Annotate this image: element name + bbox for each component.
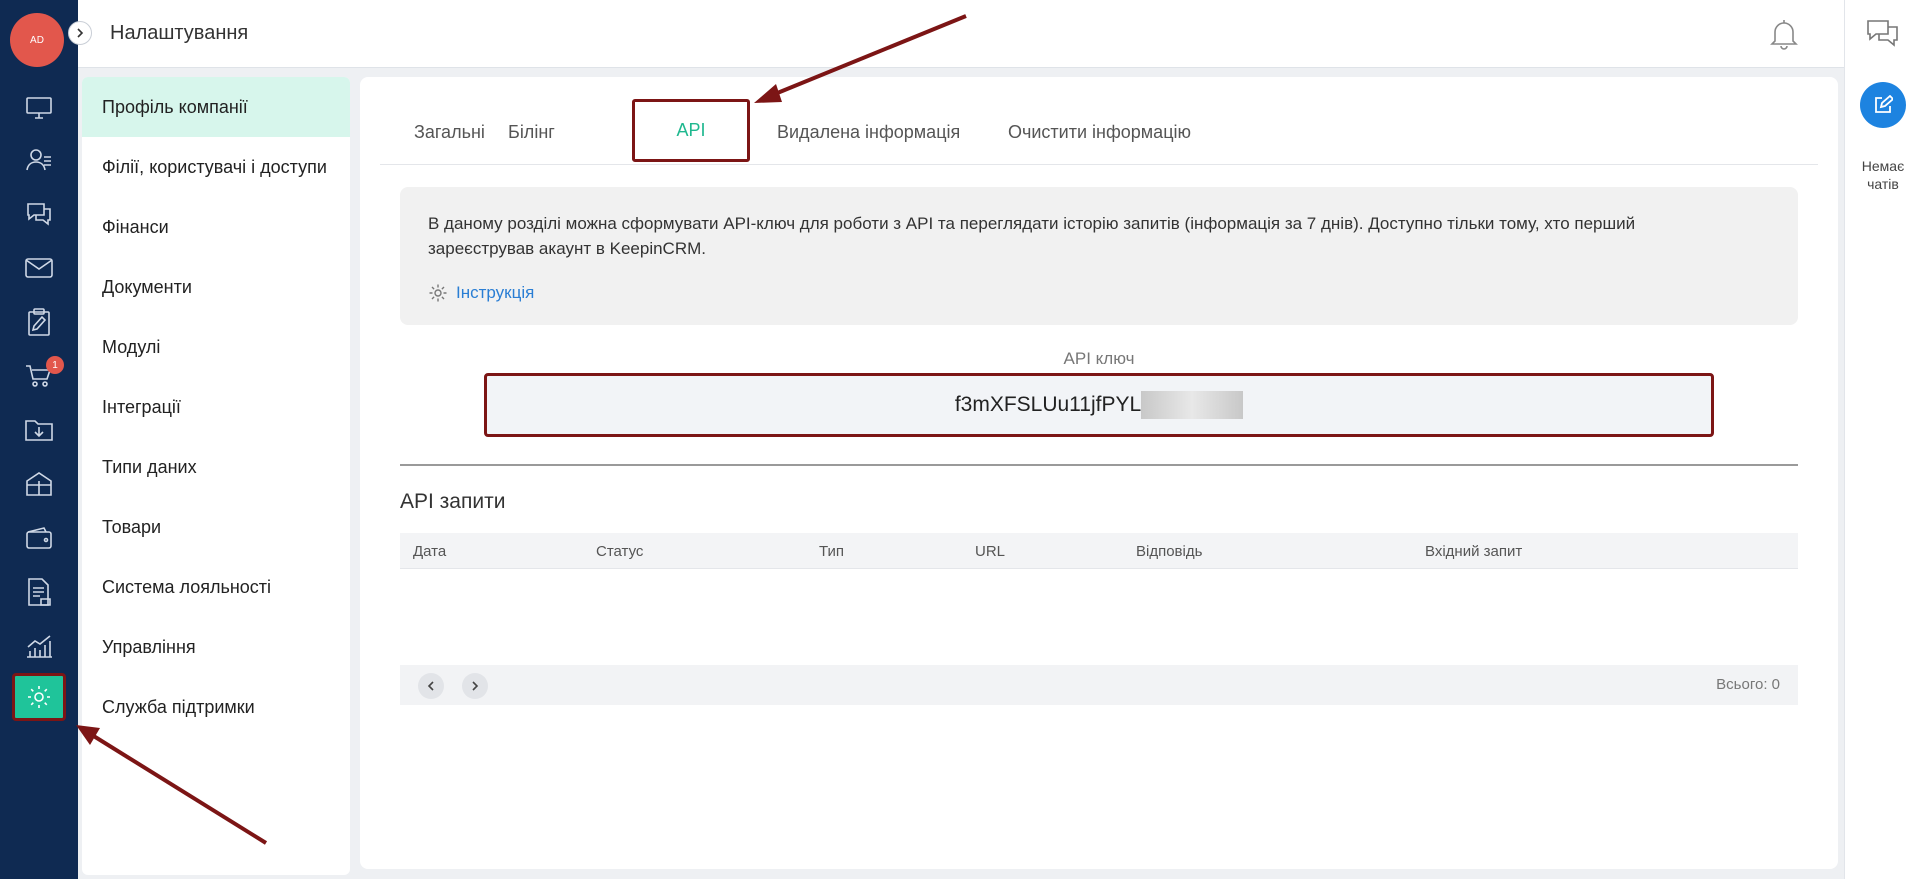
column-incoming-request[interactable]: Вхідний запит (1425, 543, 1522, 560)
tab-bar: Загальні Білінг API Видалена інформація … (380, 99, 1818, 165)
analytics-icon[interactable] (12, 622, 66, 670)
clients-icon[interactable] (12, 136, 66, 184)
info-box: В даному розділі можна сформувати API-кл… (400, 187, 1798, 325)
column-status[interactable]: Статус (596, 543, 643, 560)
cart-badge: 1 (46, 356, 64, 374)
section-divider (400, 464, 1798, 466)
menu-item-support[interactable]: Служба підтримки (82, 677, 350, 737)
no-chats-text: Немає чатів (1861, 158, 1905, 192)
chevron-right-icon (77, 28, 84, 38)
tab-api[interactable]: API (632, 99, 750, 162)
menu-item-finance[interactable]: Фінанси (82, 197, 350, 257)
chat-icon[interactable] (12, 190, 66, 238)
bell-icon[interactable] (1770, 18, 1798, 55)
tab-general[interactable]: Загальні (414, 99, 485, 165)
user-avatar[interactable]: AD (10, 13, 64, 67)
chat-sidebar: Немає чатів (1844, 0, 1920, 879)
menu-item-branches-users[interactable]: Філії, користувачі і доступи (82, 137, 350, 197)
info-text: В даному розділі можна сформувати API-кл… (428, 214, 1636, 258)
chevron-right-icon (472, 681, 479, 691)
main-panel: Загальні Білінг API Видалена інформація … (360, 77, 1838, 869)
pagination-bar: Всього: 0 (400, 665, 1798, 705)
requests-table-header: Дата Статус Тип URL Відповідь Вхідний за… (400, 533, 1798, 569)
menu-item-modules[interactable]: Модулі (82, 317, 350, 377)
menu-item-management[interactable]: Управління (82, 617, 350, 677)
mail-icon[interactable] (12, 244, 66, 292)
api-key-mask (1141, 391, 1244, 419)
api-key-label: API ключ (1063, 349, 1135, 368)
documents-icon[interactable] (12, 568, 66, 616)
page-title: Налаштування (110, 22, 249, 44)
column-type[interactable]: Тип (819, 543, 844, 560)
expand-rail-button[interactable] (68, 21, 92, 45)
next-page-button[interactable] (462, 673, 488, 699)
new-chat-button[interactable] (1860, 82, 1906, 128)
api-requests-title: API запити (400, 490, 506, 513)
left-nav-rail: AD 1 (0, 0, 78, 879)
menu-item-integrations[interactable]: Інтеграції (82, 377, 350, 437)
cart-icon[interactable]: 1 (12, 352, 66, 400)
menu-item-loyalty[interactable]: Система лояльності (82, 557, 350, 617)
wallet-icon[interactable] (12, 514, 66, 562)
gear-icon (429, 284, 447, 302)
api-key-field[interactable]: f3mXFSLUu11jfPYL (484, 373, 1714, 437)
top-header: Налаштування (78, 0, 1844, 68)
api-key-value: f3mXFSLUu11jfPYL (954, 393, 1142, 416)
settings-gear-icon[interactable] (12, 673, 66, 721)
column-date[interactable]: Дата (413, 543, 446, 560)
chats-icon[interactable] (1866, 18, 1900, 53)
chevron-left-icon (427, 681, 434, 691)
tasks-icon[interactable] (12, 298, 66, 346)
tab-billing[interactable]: Білінг (508, 99, 555, 165)
download-folder-icon[interactable] (12, 406, 66, 454)
tab-deleted-info[interactable]: Видалена інформація (777, 99, 960, 165)
edit-icon (1875, 95, 1893, 113)
instruction-link[interactable]: Інструкція (428, 283, 1770, 303)
warehouse-icon[interactable] (12, 460, 66, 508)
prev-page-button[interactable] (418, 673, 444, 699)
column-url[interactable]: URL (975, 543, 1005, 560)
menu-item-data-types[interactable]: Типи даних (82, 437, 350, 497)
settings-menu: Профіль компанії Філії, користувачі і до… (82, 77, 350, 875)
menu-item-company-profile[interactable]: Профіль компанії (82, 77, 350, 137)
menu-item-products[interactable]: Товари (82, 497, 350, 557)
tab-clear-info[interactable]: Очистити інформацію (1008, 99, 1191, 165)
menu-item-documents[interactable]: Документи (82, 257, 350, 317)
total-count: Всього: 0 (1716, 676, 1780, 693)
column-response[interactable]: Відповідь (1136, 543, 1202, 560)
desktop-icon[interactable] (12, 84, 66, 132)
